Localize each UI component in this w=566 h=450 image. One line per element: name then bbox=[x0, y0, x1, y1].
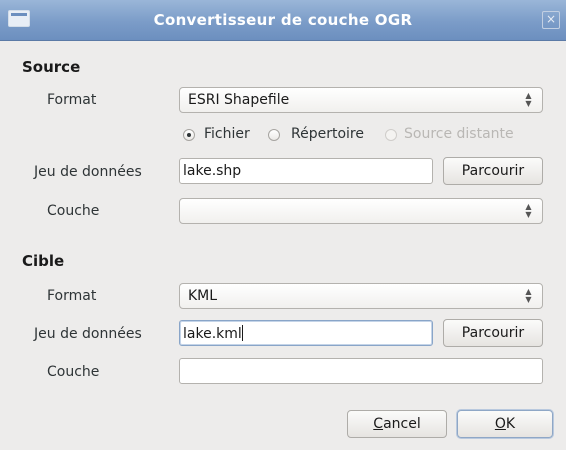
target-browse-button[interactable]: Parcourir bbox=[443, 319, 543, 347]
source-format-select[interactable]: ESRI Shapefile ▲ ▼ bbox=[179, 87, 543, 113]
window-title: Convertisseur de couche OGR bbox=[153, 11, 413, 29]
up-down-arrows-icon: ▲ ▼ bbox=[525, 287, 532, 304]
source-layer-select[interactable]: ▲ ▼ bbox=[179, 198, 543, 224]
radio-repertoire[interactable] bbox=[268, 129, 280, 141]
radio-fichier-label[interactable]: Fichier bbox=[204, 126, 250, 142]
source-dataset-input[interactable]: lake.shp bbox=[179, 158, 433, 184]
target-layer-label: Couche bbox=[47, 364, 100, 380]
radio-source-distante bbox=[385, 129, 397, 141]
window-menu-icon[interactable] bbox=[8, 10, 30, 27]
cancel-mnemonic: C bbox=[373, 416, 384, 432]
radio-fichier[interactable] bbox=[183, 129, 195, 141]
title-bar[interactable]: Convertisseur de couche OGR × bbox=[0, 0, 566, 41]
target-heading: Cible bbox=[22, 252, 65, 270]
target-dataset-label: Jeu de données bbox=[34, 326, 142, 342]
ok-label-rest: K bbox=[505, 416, 516, 432]
cancel-label-rest: ancel bbox=[383, 416, 421, 432]
target-dataset-input[interactable]: lake.kml bbox=[179, 320, 433, 346]
up-down-arrows-icon: ▲ ▼ bbox=[525, 202, 532, 219]
ok-mnemonic: O bbox=[494, 416, 506, 432]
source-type-radio-group: Fichier Répertoire Source distante bbox=[180, 126, 550, 145]
source-browse-button[interactable]: Parcourir bbox=[443, 157, 543, 185]
source-dataset-value: lake.shp bbox=[183, 163, 242, 179]
up-down-arrows-icon: ▲ ▼ bbox=[525, 91, 532, 108]
cancel-button[interactable]: Cancel bbox=[347, 410, 447, 438]
source-heading: Source bbox=[22, 58, 81, 76]
source-format-value: ESRI Shapefile bbox=[188, 92, 290, 108]
radio-repertoire-label[interactable]: Répertoire bbox=[291, 126, 364, 142]
target-format-select[interactable]: KML ▲ ▼ bbox=[179, 283, 543, 309]
close-icon[interactable]: × bbox=[542, 11, 560, 29]
text-cursor bbox=[241, 325, 243, 341]
target-format-value: KML bbox=[188, 288, 218, 304]
source-layer-label: Couche bbox=[47, 203, 100, 219]
radio-source-distante-label: Source distante bbox=[404, 126, 514, 142]
target-format-label: Format bbox=[47, 288, 97, 304]
target-layer-input[interactable] bbox=[179, 358, 543, 384]
source-dataset-label: Jeu de données bbox=[34, 164, 142, 180]
target-dataset-value: lake.kml bbox=[183, 325, 243, 342]
ok-button[interactable]: OK bbox=[457, 410, 553, 438]
source-format-label: Format bbox=[47, 92, 97, 108]
